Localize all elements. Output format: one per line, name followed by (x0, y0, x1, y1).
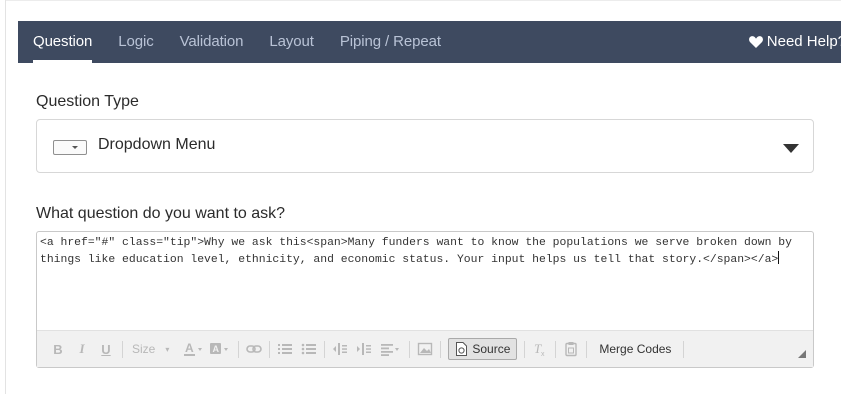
image-icon (418, 342, 433, 356)
editor-toolbar: B I U Size ▾ A A Source T x Merge Codes (37, 330, 813, 367)
chevron-down-icon[interactable] (783, 144, 799, 153)
tab-question[interactable]: Question (18, 21, 105, 63)
remove-format-button[interactable]: T x (532, 338, 548, 360)
tab-piping-repeat[interactable]: Piping / Repeat (327, 21, 454, 63)
bulleted-list-button[interactable] (301, 338, 317, 360)
source-button[interactable]: Source (448, 338, 518, 360)
toolbar-separator (683, 340, 685, 358)
link-icon (246, 345, 263, 353)
numbered-list-icon (278, 344, 293, 354)
rich-text-editor: <a href="#" class="tip">Why we ask this<… (36, 231, 814, 368)
merge-codes-button[interactable]: Merge Codes (594, 342, 676, 356)
link-button[interactable] (246, 338, 263, 360)
source-label: Source (472, 342, 511, 356)
chevron-down-icon: ▾ (165, 344, 170, 354)
toolbar-separator (122, 340, 123, 358)
toolbar-separator (524, 340, 526, 358)
toolbar-separator (269, 340, 271, 358)
editor-resize-handle[interactable] (798, 350, 806, 358)
dropdown-menu-icon (53, 140, 87, 155)
toolbar-separator (238, 340, 240, 358)
background-color-icon: A (210, 343, 229, 354)
font-size-dropdown[interactable]: Size ▾ (132, 338, 169, 360)
need-help-link[interactable]: Need Help? (748, 21, 841, 63)
svg-text:x: x (541, 351, 545, 357)
question-type-select[interactable]: Dropdown Menu (36, 119, 814, 173)
italic-button[interactable]: I (73, 338, 91, 360)
question-type-label: Question Type (36, 93, 139, 110)
image-button[interactable] (417, 338, 433, 360)
panel-top-border (5, 0, 841, 1)
paste-button[interactable] (563, 338, 579, 360)
align-dropdown[interactable] (380, 338, 402, 360)
editor-source-textarea[interactable]: <a href="#" class="tip">Why we ask this<… (37, 232, 813, 330)
toolbar-separator (440, 340, 442, 358)
text-color-icon: A (184, 341, 203, 356)
svg-text:A: A (213, 344, 220, 354)
source-icon (456, 342, 468, 356)
remove-format-icon: T x (534, 341, 545, 357)
tab-logic[interactable]: Logic (105, 21, 166, 63)
align-left-icon (381, 344, 400, 356)
bulleted-list-icon (302, 343, 317, 355)
text-color-button[interactable]: A (183, 338, 205, 360)
numbered-list-button[interactable] (277, 338, 293, 360)
heart-icon (748, 36, 763, 48)
outdent-button[interactable] (332, 338, 348, 360)
tab-validation[interactable]: Validation (167, 21, 257, 63)
clipboard-icon (565, 342, 578, 357)
bold-button[interactable]: B (49, 338, 67, 360)
font-size-label: Size (132, 342, 156, 356)
text-cursor (778, 251, 780, 264)
background-color-button[interactable]: A (209, 338, 231, 360)
toolbar-separator (409, 340, 411, 358)
question-type-value: Dropdown Menu (98, 136, 216, 153)
toolbar-separator (586, 340, 588, 358)
tab-bar: Question Logic Validation Layout Piping … (18, 21, 841, 63)
indent-icon (357, 343, 372, 355)
panel-left-border (5, 0, 6, 394)
tab-layout[interactable]: Layout (256, 21, 326, 63)
indent-button[interactable] (356, 338, 372, 360)
need-help-label: Need Help? (766, 33, 841, 50)
svg-text:A: A (185, 341, 194, 355)
question-text-label: What question do you want to ask? (36, 205, 286, 222)
toolbar-separator (555, 340, 557, 358)
toolbar-separator (324, 340, 326, 358)
editor-source-text: <a href="#" class="tip">Why we ask this<… (40, 237, 799, 266)
underline-button[interactable]: U (97, 338, 115, 360)
outdent-icon (333, 343, 348, 355)
